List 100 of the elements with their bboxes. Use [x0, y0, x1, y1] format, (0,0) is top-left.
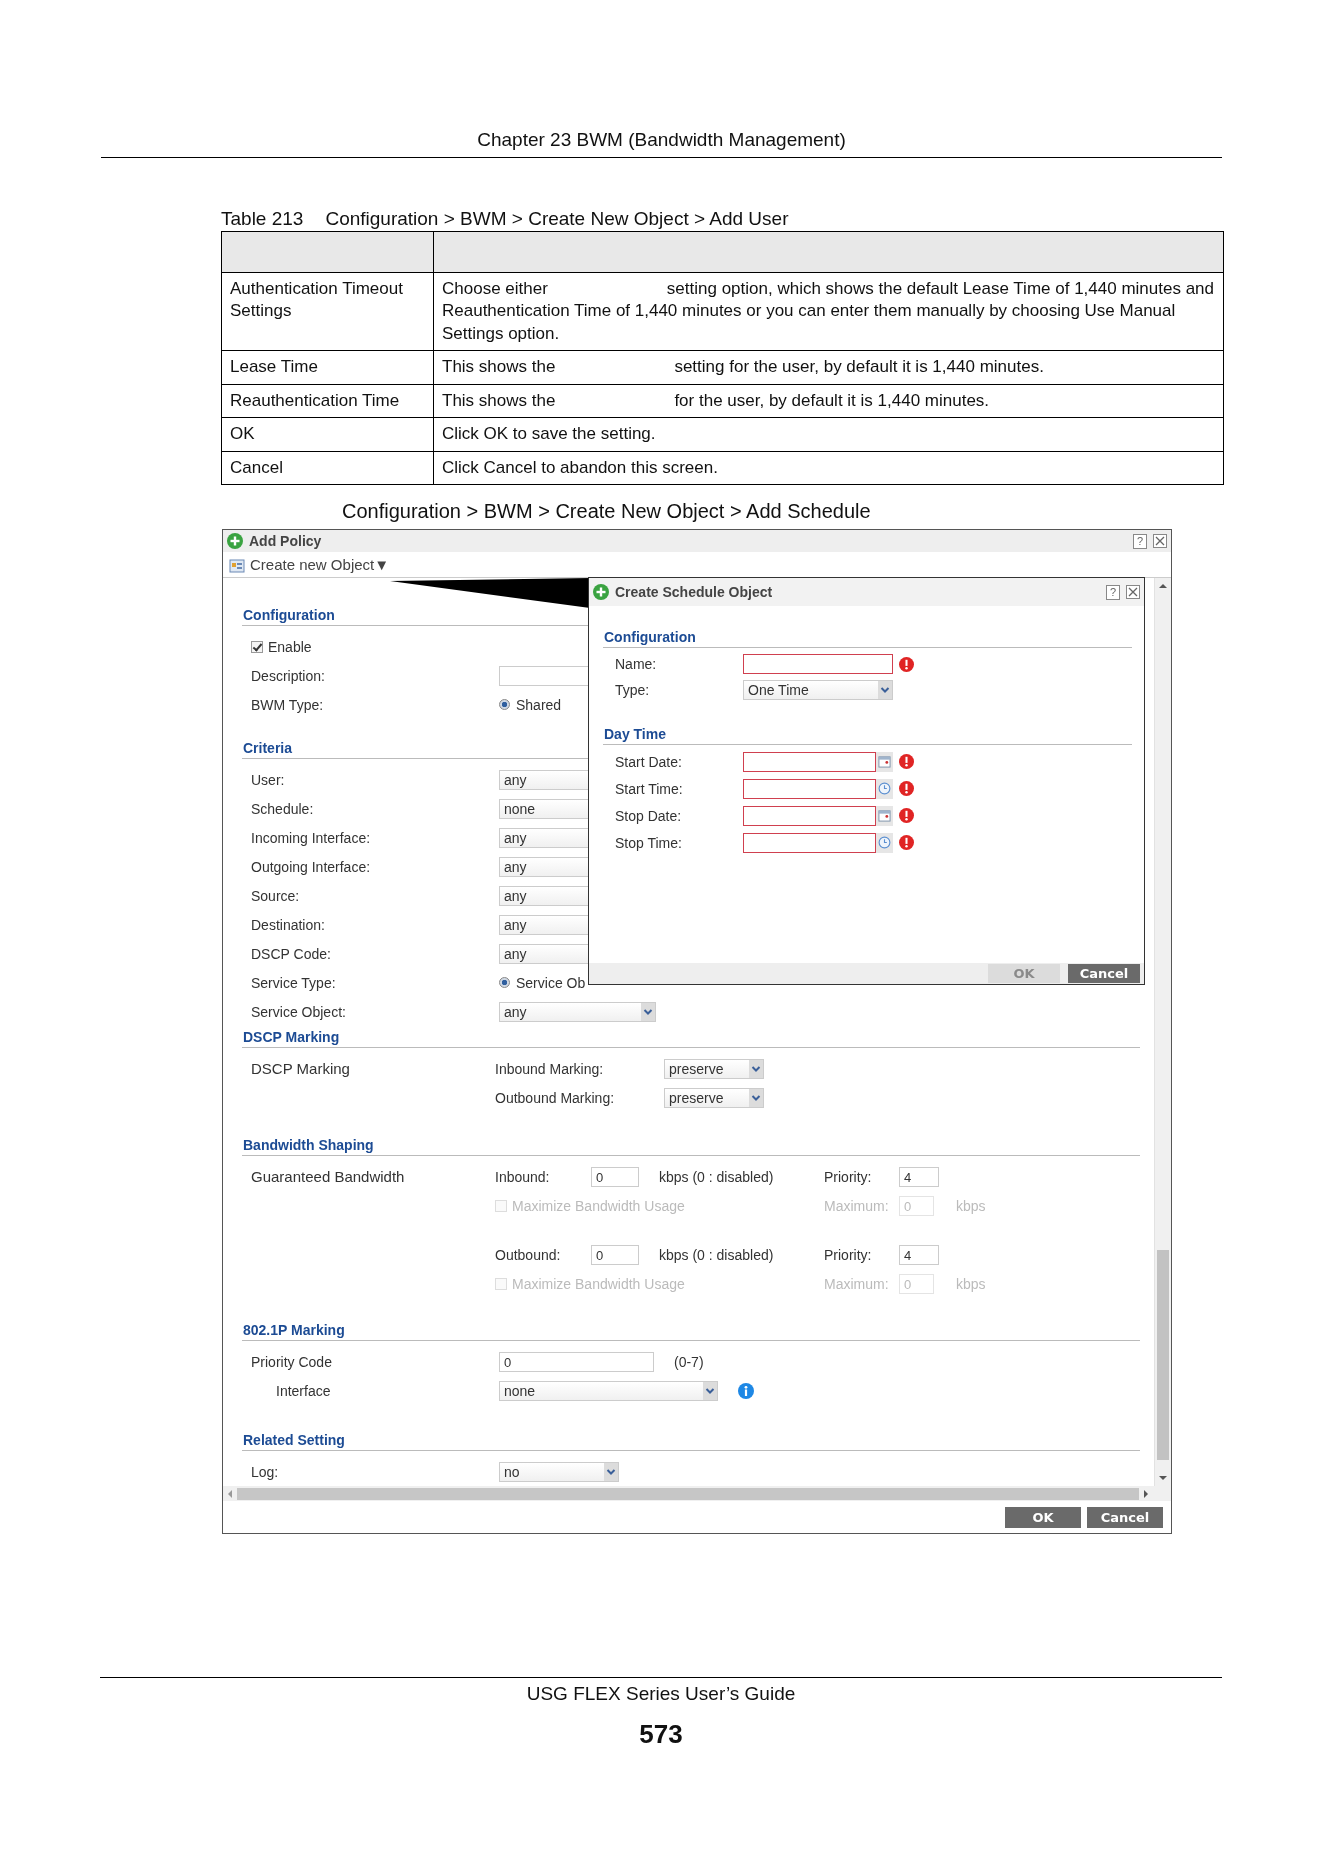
- field-label: Priority:: [824, 1246, 873, 1263]
- field-label: Incoming Interface:: [250, 829, 372, 846]
- guide-title: USG FLEX Series User’s Guide: [526, 1683, 796, 1705]
- horizontal-scrollbar[interactable]: [223, 1486, 1171, 1502]
- field-label: User:: [250, 771, 286, 788]
- cancel-button[interactable]: Cancel: [1068, 964, 1140, 984]
- object-icon: [229, 556, 245, 573]
- ok-button[interactable]: OK: [1005, 1506, 1081, 1528]
- chevron-icon: [641, 1002, 655, 1021]
- table-caption: Configuration > BWM > Create New Object > Add User: [325, 208, 789, 231]
- figure-caption: Configuration > BWM > Create New Object > Add Schedule: [342, 500, 871, 523]
- unit-label: kbps (0 : disabled): [659, 1168, 775, 1185]
- table-cell: Reauthentication Time: [221, 384, 434, 418]
- checkbox-label: Maximize Bandwidth Usage: [512, 1275, 685, 1292]
- checkbox[interactable]: [251, 640, 263, 653]
- input-field[interactable]: 4: [899, 1166, 939, 1187]
- info-icon[interactable]: [738, 1382, 754, 1399]
- field-label: Priority Code: [250, 1353, 333, 1370]
- chevron-icon: [749, 1088, 763, 1107]
- clock-icon: [878, 836, 891, 850]
- input-field[interactable]: 0: [591, 1244, 639, 1265]
- dropdown[interactable]: One Time: [743, 680, 893, 701]
- input-field[interactable]: [743, 751, 876, 772]
- input-field[interactable]: 4: [899, 1244, 939, 1265]
- chevron-icon: [749, 1059, 763, 1078]
- create-object-menu[interactable]: Create new Object▼: [250, 556, 390, 574]
- add-icon: [227, 533, 243, 550]
- field-label: Service Type:: [250, 974, 337, 991]
- vertical-scrollbar[interactable]: [1154, 578, 1171, 1487]
- chevron-icon: [604, 1462, 618, 1481]
- chapter-title: Chapter 23 BWM (Bandwidth Management): [477, 129, 846, 150]
- table-number: Table 213: [221, 208, 304, 231]
- calendar-icon: [878, 809, 891, 823]
- input-field[interactable]: [743, 832, 876, 853]
- field-label: Guaranteed Bandwidth: [250, 1167, 406, 1188]
- scroll-thumb[interactable]: [1157, 1250, 1169, 1461]
- section-heading: Configuration: [603, 626, 1132, 649]
- radio-button[interactable]: [499, 977, 510, 989]
- dropdown[interactable]: any: [499, 1001, 656, 1022]
- field-label: Maximum:: [824, 1197, 890, 1214]
- unit-label: kbps: [956, 1197, 986, 1214]
- table-cell: OK: [221, 417, 434, 452]
- time-picker-button[interactable]: [876, 832, 893, 853]
- field-label: Outbound:: [495, 1246, 562, 1263]
- close-icon[interactable]: [1153, 534, 1167, 549]
- radio-button[interactable]: [499, 699, 510, 711]
- field-label: Name:: [614, 656, 658, 673]
- checkbox-label: Enable: [268, 638, 312, 655]
- input-field[interactable]: [743, 778, 876, 799]
- table-cell: Click OK to save the setting.: [433, 417, 1224, 452]
- section-heading: Bandwidth Shaping: [242, 1134, 1140, 1157]
- dropdown[interactable]: none: [499, 1380, 718, 1401]
- calendar-icon: [878, 755, 891, 769]
- help-button[interactable]: ?: [1133, 533, 1147, 549]
- field-label: Inbound:: [495, 1168, 551, 1185]
- table-cell: This shows the for the user, by default it is 1,440 minutes.: [433, 384, 1224, 418]
- section-heading: Day Time: [603, 723, 1132, 746]
- field-label: Interface: [275, 1382, 332, 1399]
- field-label: DSCP Marking: [250, 1059, 351, 1080]
- radio-label: Shared: [516, 696, 562, 713]
- chevron-icon: [878, 681, 892, 700]
- radio-label: Service Ob: [516, 974, 586, 991]
- input-field[interactable]: 0: [591, 1166, 639, 1187]
- field-label: BWM Type:: [250, 696, 325, 713]
- clock-icon: [878, 782, 891, 796]
- field-label: Inbound Marking:: [495, 1060, 605, 1077]
- table-cell: This shows the setting for the user, by default it is 1,440 minutes.: [433, 350, 1224, 385]
- field-label: Type:: [614, 682, 651, 699]
- field-label: Service Object:: [250, 1003, 347, 1020]
- dialog-title: Create Schedule Object: [615, 584, 773, 601]
- time-picker-button[interactable]: [876, 778, 893, 799]
- field-label: Source:: [250, 887, 301, 904]
- checkbox-label: Maximize Bandwidth Usage: [512, 1197, 685, 1214]
- input-field[interactable]: [743, 654, 893, 675]
- cancel-button[interactable]: Cancel: [1087, 1506, 1163, 1528]
- close-icon[interactable]: [1126, 585, 1140, 600]
- field-label: DSCP Code:: [250, 945, 332, 962]
- unit-label: kbps (0 : disabled): [659, 1246, 775, 1263]
- field-label: Schedule:: [250, 800, 315, 817]
- page-number: 573: [639, 1719, 683, 1750]
- add-icon: [593, 584, 609, 601]
- input-field[interactable]: [743, 805, 876, 826]
- dropdown[interactable]: no: [499, 1461, 619, 1482]
- field-label: Maximum:: [824, 1275, 890, 1292]
- help-button[interactable]: ?: [1106, 584, 1120, 600]
- table-cell: Choose either setting option, which shows the default Lease Time of 1,440 minutes and Reauthentication Time of 1,440 minutes or you can enter them manually by choosing Use Manual Settings option.: [433, 272, 1224, 351]
- dropdown[interactable]: preserve: [664, 1087, 764, 1108]
- table-cell: Lease Time: [221, 350, 434, 385]
- chevron-icon: [703, 1381, 717, 1400]
- table-cell: Cancel: [221, 451, 434, 485]
- scroll-thumb[interactable]: [237, 1487, 1139, 1500]
- field-label: Priority:: [824, 1168, 873, 1185]
- input-field[interactable]: 0: [499, 1351, 654, 1372]
- field-label: Outbound Marking:: [495, 1089, 616, 1106]
- range-hint: (0-7): [674, 1353, 704, 1370]
- section-heading: DSCP Marking: [242, 1026, 1140, 1049]
- window-title: Add Policy: [249, 533, 322, 550]
- field-label: Outgoing Interface:: [250, 858, 372, 875]
- section-heading: 802.1P Marking: [242, 1319, 1140, 1342]
- dropdown[interactable]: preserve: [664, 1058, 764, 1079]
